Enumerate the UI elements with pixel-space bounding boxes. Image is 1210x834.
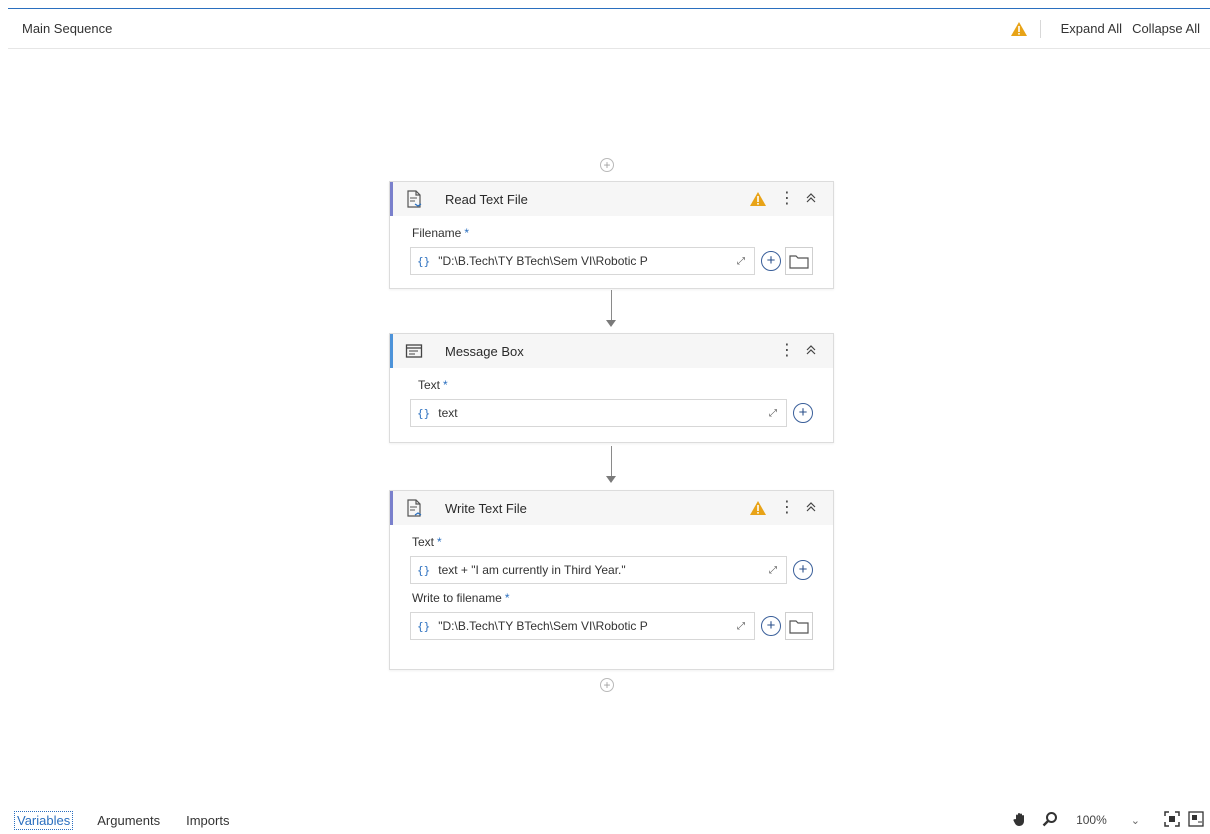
fit-to-screen-icon[interactable] — [1164, 810, 1180, 830]
expand-all-button[interactable]: Expand All — [1061, 21, 1122, 36]
activity-title: Write Text File — [445, 500, 527, 516]
activity-header[interactable]: Write Text File ⋮ — [390, 491, 833, 525]
hand-pan-icon[interactable] — [1012, 811, 1028, 830]
workflow-canvas[interactable]: + Read Text File ⋮ Filename * {} "D:\B.Te… — [8, 50, 1210, 805]
warning-icon[interactable] — [749, 500, 767, 516]
expand-editor-icon[interactable]: ⤢ — [766, 565, 780, 576]
property-label: Text * — [412, 535, 442, 549]
expand-editor-icon[interactable]: ⤢ — [734, 621, 748, 632]
footer-tools: 100% ⌄ — [998, 810, 1204, 830]
expression-braces-icon: {} — [417, 254, 431, 268]
warning-icon[interactable] — [749, 191, 767, 207]
activity-body: Text * {} text ⤢ + — [390, 368, 833, 442]
collapse-chevron-icon[interactable] — [805, 192, 819, 207]
activity-header[interactable]: Read Text File ⋮ — [390, 182, 833, 216]
expand-editor-icon[interactable]: ⤢ — [734, 256, 748, 267]
write-filename-value: "D:\B.Tech\TY BTech\Sem VI\Robotic P — [438, 619, 648, 633]
activity-read-text-file[interactable]: Read Text File ⋮ Filename * {} "D:\B.Tech… — [389, 181, 834, 289]
designer-header: Main Sequence Expand All Collapse All — [8, 9, 1210, 49]
zoom-search-icon[interactable] — [1042, 811, 1058, 830]
tab-variables[interactable]: Variables — [14, 810, 74, 830]
activity-body: Text * {} text + "I am currently in Third… — [390, 525, 833, 655]
property-row: {} "D:\B.Tech\TY BTech\Sem VI\Robotic P … — [410, 246, 813, 276]
more-options-icon[interactable]: ⋮ — [779, 343, 795, 359]
add-variable-icon[interactable]: + — [793, 403, 813, 423]
footer-tabs: Variables Arguments Imports — [14, 810, 253, 830]
collapse-chevron-icon[interactable] — [805, 344, 819, 359]
zoom-dropdown-chevron-icon[interactable]: ⌄ — [1131, 814, 1140, 827]
expression-braces-icon: {} — [417, 406, 431, 420]
designer-footer: Variables Arguments Imports 100% ⌄ — [8, 806, 1210, 834]
breadcrumb-title: Main Sequence — [22, 21, 113, 36]
text-input[interactable]: {} text + "I am currently in Third Year.… — [410, 556, 787, 584]
more-options-icon[interactable]: ⋮ — [779, 500, 795, 516]
collapse-all-button[interactable]: Collapse All — [1132, 21, 1200, 36]
tab-arguments[interactable]: Arguments — [95, 812, 162, 829]
add-variable-icon[interactable]: + — [761, 251, 781, 271]
expression-braces-icon: {} — [417, 563, 431, 577]
add-variable-icon[interactable]: + — [761, 616, 781, 636]
folder-browse-icon[interactable] — [785, 612, 813, 640]
property-label: Text * — [418, 378, 448, 392]
add-activity-top-icon[interactable]: + — [600, 158, 614, 172]
expression-braces-icon: {} — [417, 619, 431, 633]
write-text-file-icon — [405, 499, 423, 517]
activity-message-box[interactable]: Message Box ⋮ Text * {} text ⤢ + — [389, 333, 834, 443]
collapse-chevron-icon[interactable] — [805, 501, 819, 516]
property-row: {} "D:\B.Tech\TY BTech\Sem VI\Robotic P … — [410, 611, 813, 641]
write-filename-input[interactable]: {} "D:\B.Tech\TY BTech\Sem VI\Robotic P … — [410, 612, 755, 640]
property-label: Filename * — [412, 226, 470, 240]
activity-write-text-file[interactable]: Write Text File ⋮ Text * {} text + "I am … — [389, 490, 834, 670]
zoom-level[interactable]: 100% — [1076, 813, 1107, 827]
activity-title: Message Box — [445, 343, 524, 359]
more-options-icon[interactable]: ⋮ — [779, 191, 795, 207]
text-input[interactable]: {} text ⤢ — [410, 399, 787, 427]
flow-connector — [611, 446, 612, 478]
add-variable-icon[interactable]: + — [793, 560, 813, 580]
activity-header[interactable]: Message Box ⋮ — [390, 334, 833, 368]
tab-imports[interactable]: Imports — [184, 812, 231, 829]
property-label: Write to filename * — [412, 591, 510, 605]
activity-title: Read Text File — [445, 191, 528, 207]
message-box-icon — [405, 342, 423, 360]
flow-arrow-icon — [606, 476, 616, 483]
property-row: {} text ⤢ + — [410, 398, 813, 428]
header-actions: Expand All Collapse All — [1010, 19, 1200, 38]
flow-arrow-icon — [606, 320, 616, 327]
read-text-file-icon — [405, 190, 423, 208]
overview-map-icon[interactable] — [1188, 810, 1204, 830]
warning-icon[interactable] — [1010, 21, 1028, 37]
filename-input[interactable]: {} "D:\B.Tech\TY BTech\Sem VI\Robotic P … — [410, 247, 755, 275]
folder-browse-icon[interactable] — [785, 247, 813, 275]
filename-value: "D:\B.Tech\TY BTech\Sem VI\Robotic P — [438, 254, 648, 268]
add-activity-bottom-icon[interactable]: + — [600, 678, 614, 692]
activity-body: Filename * {} "D:\B.Tech\TY BTech\Sem VI\… — [390, 216, 833, 290]
header-separator — [1039, 19, 1041, 38]
property-row: {} text + "I am currently in Third Year.… — [410, 555, 813, 585]
expand-editor-icon[interactable]: ⤢ — [766, 408, 780, 419]
flow-connector — [611, 290, 612, 322]
text-value: text + "I am currently in Third Year." — [438, 563, 626, 577]
text-value: text — [438, 406, 458, 420]
